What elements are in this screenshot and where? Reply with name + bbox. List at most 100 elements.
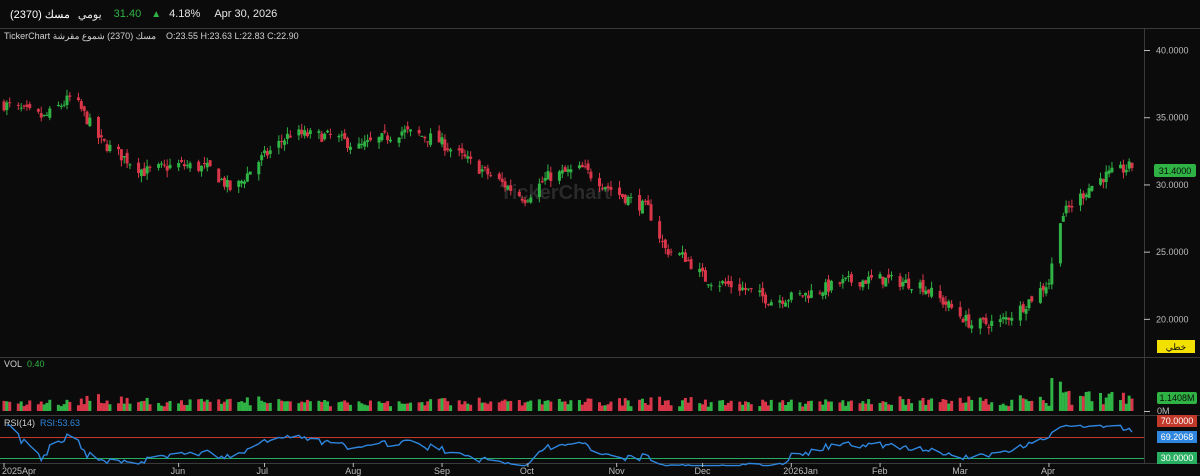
volume-bar <box>867 399 871 411</box>
volume-bar <box>703 399 707 411</box>
candle-body <box>967 314 971 328</box>
candle-body <box>689 259 693 269</box>
candle-body <box>377 137 381 143</box>
volume-bar <box>397 401 401 411</box>
volume-bar <box>440 398 444 411</box>
candle-body <box>970 325 974 329</box>
candle-body <box>520 198 524 201</box>
candle-body <box>469 156 473 159</box>
volume-bar <box>600 405 604 411</box>
time-tick-label: Oct <box>520 466 535 476</box>
candle-body <box>305 132 309 137</box>
candle-body <box>237 180 241 187</box>
candle-body <box>526 200 530 202</box>
candle-body <box>265 151 269 156</box>
volume-bar <box>1021 398 1025 411</box>
volume-bar <box>1104 397 1108 411</box>
candle-body <box>766 304 770 306</box>
candle-body <box>597 178 601 187</box>
candle-body <box>137 162 141 173</box>
volume-bar <box>406 403 410 411</box>
candle-body <box>440 137 444 145</box>
candle-body <box>308 130 312 135</box>
volume-bar <box>847 401 851 411</box>
candle-body <box>798 293 802 295</box>
candle-body <box>678 253 682 255</box>
volume-bar <box>383 402 387 411</box>
candle-body <box>1050 263 1054 285</box>
volume-bar <box>28 400 32 411</box>
volume-bar <box>162 406 166 411</box>
volume-bar <box>729 400 733 411</box>
candle-body <box>42 114 46 116</box>
volume-bar <box>910 403 914 411</box>
volume-bar <box>466 403 470 411</box>
candle-body <box>1067 205 1071 208</box>
candle-body <box>827 279 831 292</box>
candle-body <box>489 175 493 177</box>
volume-bar <box>305 399 309 411</box>
candle-body <box>117 146 121 150</box>
volume-bar <box>961 402 965 411</box>
candle-body <box>769 302 773 306</box>
candle-body <box>88 117 92 127</box>
candle-body <box>185 165 189 167</box>
chart-mode-toggle[interactable]: خطي <box>1157 340 1195 353</box>
candle-body <box>22 105 26 107</box>
candle-body <box>108 144 112 152</box>
candle-body <box>168 164 172 169</box>
volume-bar <box>403 403 407 411</box>
volume-bar <box>248 405 252 411</box>
candle-body <box>357 143 361 149</box>
candle-body <box>368 137 372 141</box>
volume-bar <box>569 400 573 411</box>
volume-bar <box>62 404 66 411</box>
candle-body <box>403 129 407 133</box>
volume-bar <box>566 404 570 411</box>
chart-canvas[interactable]: TickerChart مسك (2370) شموع مقرشة O:23.5… <box>0 0 1200 476</box>
candle-body <box>426 141 430 143</box>
volume-bar <box>257 396 261 411</box>
volume-bar <box>285 401 289 411</box>
volume-bar <box>288 401 292 411</box>
candle-body <box>182 164 186 167</box>
volume-bar <box>520 405 524 411</box>
volume-bar <box>388 406 392 411</box>
volume-bar <box>778 402 782 411</box>
candle-body <box>549 172 553 181</box>
volume-bar <box>208 401 212 411</box>
candle-body <box>483 167 487 169</box>
volume-bar <box>984 398 988 411</box>
volume-bar <box>486 403 490 411</box>
candle-body <box>56 104 60 106</box>
candle-body <box>950 303 954 308</box>
volume-bar <box>801 406 805 411</box>
candle-body <box>220 178 224 180</box>
volume-bar <box>1018 395 1022 411</box>
volume-bar <box>79 398 83 411</box>
candle-body <box>386 135 390 141</box>
candle-body <box>761 288 765 297</box>
candle-body <box>569 169 573 173</box>
candle-body <box>139 169 143 177</box>
volume-bar <box>827 401 831 411</box>
volume-bar <box>122 403 126 411</box>
volume-bar <box>108 404 112 411</box>
volume-bar <box>1038 396 1042 411</box>
volume-bar <box>540 404 544 411</box>
volume-bar <box>429 399 433 411</box>
candle-body <box>8 102 12 104</box>
rsi-upper-tag-label: 70.0000 <box>1161 416 1194 426</box>
volume-bar <box>706 406 710 411</box>
volume-bar <box>317 400 321 411</box>
volume-bar <box>99 402 103 411</box>
volume-bar <box>546 400 550 411</box>
volume-bar <box>849 400 853 411</box>
candle-body <box>65 95 69 105</box>
volume-bar <box>744 401 748 411</box>
candle-body <box>1107 170 1111 174</box>
volume-bar <box>526 401 530 411</box>
price-candles <box>2 89 1134 335</box>
volume-bar <box>268 402 272 411</box>
volume-bar <box>159 405 163 411</box>
